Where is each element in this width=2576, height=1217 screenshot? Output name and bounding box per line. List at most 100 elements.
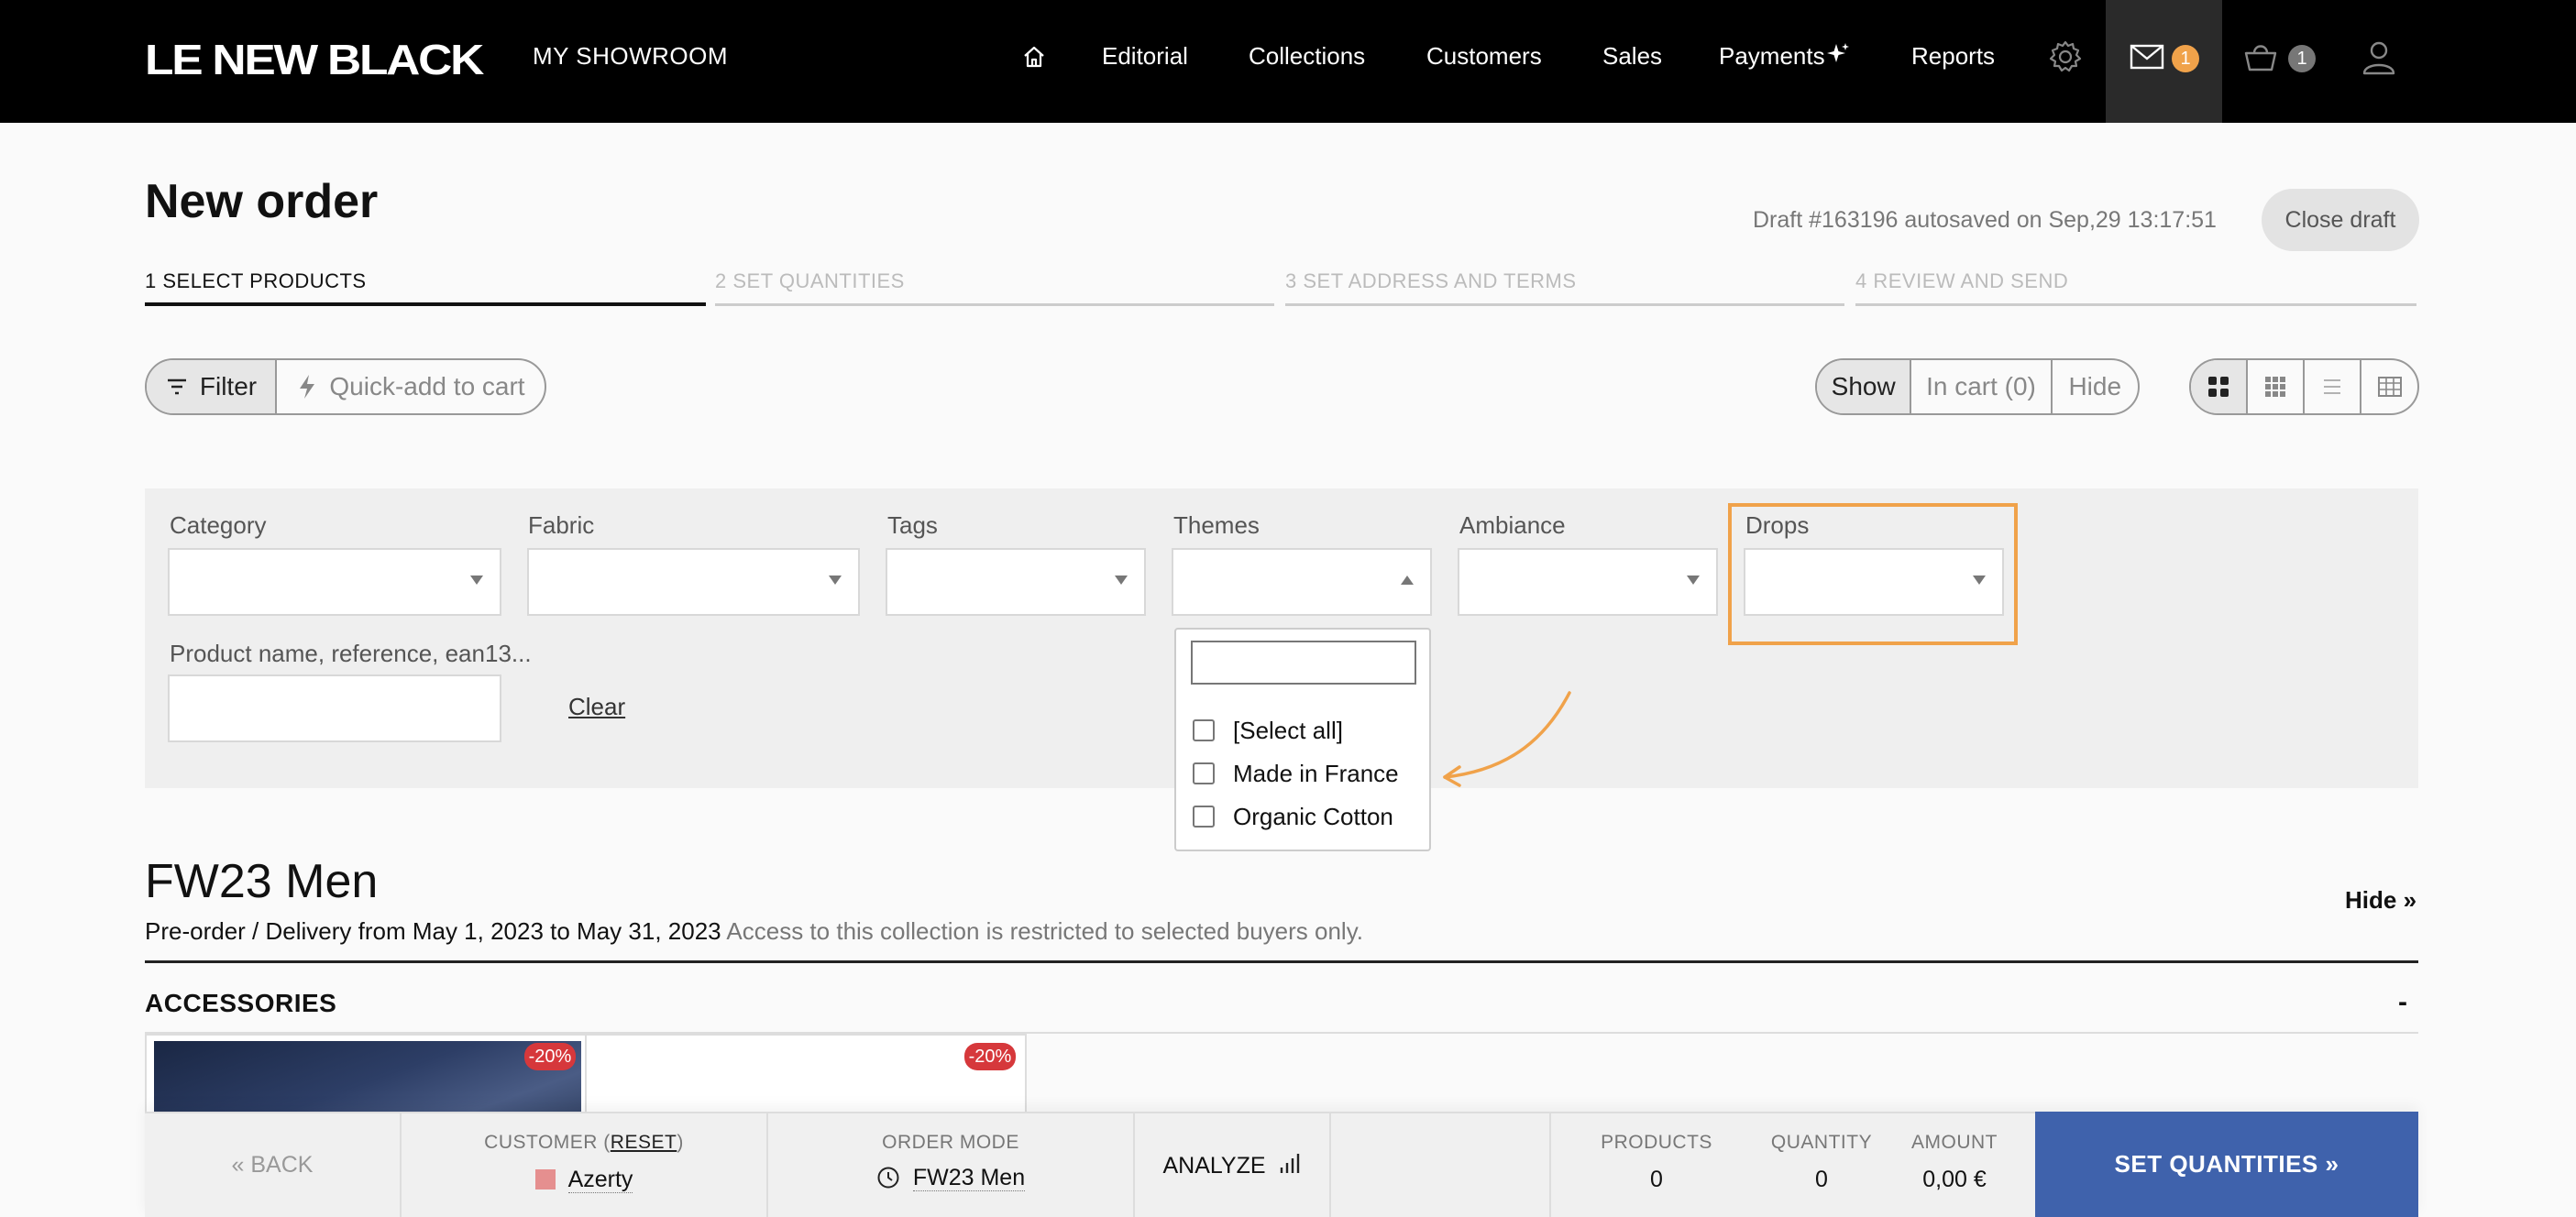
nav-editorial[interactable]: Editorial: [1102, 42, 1188, 71]
nav-payments[interactable]: Payments: [1719, 42, 1825, 71]
view-large-grid[interactable]: [2191, 360, 2248, 413]
view-list[interactable]: [2305, 360, 2361, 413]
annotation-arrow-icon: [1443, 691, 1571, 787]
quick-add-label: Quick-add to cart: [329, 372, 525, 400]
view-small-grid[interactable]: [2248, 360, 2305, 413]
checkbox[interactable]: [1193, 762, 1215, 784]
set-quantities-button[interactable]: SET QUANTITIES »: [2035, 1112, 2418, 1217]
home-icon[interactable]: [1014, 37, 1054, 77]
amount-label: AMOUNT: [1911, 1132, 1998, 1153]
chevron-down-icon: [1687, 576, 1700, 585]
step-select-products[interactable]: 1 SELECT PRODUCTS: [145, 269, 706, 306]
mail-icon: [2130, 44, 2164, 70]
filter-label: Filter: [199, 372, 258, 400]
collection-subtitle: Pre-order / Delivery from May 1, 2023 to…: [145, 917, 1363, 946]
filter-toolbar: Filter Quick-add to cart: [145, 358, 546, 415]
gear-icon[interactable]: [2045, 37, 2086, 77]
fabric-select[interactable]: [527, 548, 860, 616]
nav-reports[interactable]: Reports: [1911, 42, 1995, 71]
clear-filters-link[interactable]: Clear: [568, 693, 625, 721]
products-value: 0: [1650, 1167, 1663, 1192]
customer-avatar: [534, 1169, 556, 1190]
chevron-down-icon: [829, 576, 842, 585]
amount-total: AMOUNT 0,00 €: [1881, 1113, 2028, 1217]
tags-label: Tags: [887, 511, 938, 539]
chevron-down-icon: [470, 576, 483, 585]
order-mode-label: ORDER MODE: [882, 1132, 1019, 1153]
product-search-label: Product name, reference, ean13...: [170, 640, 532, 667]
fabric-label: Fabric: [528, 511, 595, 539]
category-label: Category: [170, 511, 267, 539]
option-label: Organic Cotton: [1233, 802, 1393, 830]
list-icon: [2324, 379, 2340, 394]
quick-add-button[interactable]: Quick-add to cart: [277, 360, 545, 413]
collection-title: FW23 Men: [145, 855, 379, 908]
cart-visibility-toggle: Show In cart (0) Hide: [1815, 358, 2140, 415]
customer-reset-link[interactable]: RESET: [611, 1132, 677, 1153]
nav-collections[interactable]: Collections: [1249, 42, 1365, 71]
in-cart-toggle[interactable]: In cart (0): [1911, 360, 2053, 413]
analyze-content: ANALYZE: [1135, 1152, 1329, 1179]
customer-value[interactable]: Azerty: [402, 1167, 766, 1193]
step-set-address[interactable]: 3 SET ADDRESS AND TERMS: [1285, 269, 1844, 306]
page-title: New order: [145, 175, 379, 228]
chevron-up-icon: [1401, 576, 1414, 585]
themes-option-select-all[interactable]: [Select all]: [1193, 712, 1343, 749]
nav-customers[interactable]: Customers: [1426, 42, 1542, 71]
section-collapse-toggle[interactable]: -: [2398, 987, 2407, 1018]
close-draft-button[interactable]: Close draft: [2262, 189, 2419, 251]
filter-button[interactable]: Filter: [147, 360, 277, 413]
option-label: [Select all]: [1233, 716, 1343, 744]
collection-restriction: Access to this collection is restricted …: [726, 917, 1364, 945]
themes-dropdown: [Select all] Made in France Organic Cott…: [1174, 628, 1431, 851]
ambiance-select[interactable]: [1458, 548, 1718, 616]
quantity-total: QUANTITY 0: [1762, 1113, 1881, 1217]
order-mode-value[interactable]: FW23 Men: [768, 1165, 1133, 1191]
mail-button[interactable]: 1: [2106, 0, 2222, 123]
step-review-send[interactable]: 4 REVIEW AND SEND: [1855, 269, 2416, 306]
chevron-down-icon: [1115, 576, 1128, 585]
analyze-button[interactable]: ANALYZE: [1135, 1113, 1331, 1217]
bar-chart-icon: [1280, 1154, 1299, 1173]
filter-icon: [167, 378, 186, 395]
top-navigation: LE NEW BLACK MY SHOWROOM Editorial Colle…: [0, 0, 2576, 123]
table-icon: [2377, 377, 2402, 397]
themes-option-made-in-france[interactable]: Made in France: [1193, 755, 1399, 792]
draft-status: Draft #163196 autosaved on Sep,29 13:17:…: [1753, 207, 2217, 233]
nav-sales[interactable]: Sales: [1602, 42, 1662, 71]
collection-delivery: Pre-order / Delivery from May 1, 2023 to…: [145, 917, 721, 945]
hide-toggle[interactable]: Hide: [2053, 360, 2138, 413]
spacer-cell: [1331, 1113, 1551, 1217]
lightning-icon: [300, 375, 315, 399]
show-toggle[interactable]: Show: [1817, 360, 1912, 413]
amount-value: 0,00 €: [1922, 1167, 1987, 1192]
section-title[interactable]: ACCESSORIES: [145, 989, 336, 1018]
themes-search-input[interactable]: [1191, 641, 1416, 685]
discount-badge: -20%: [964, 1043, 1016, 1070]
back-button[interactable]: « BACK: [145, 1113, 402, 1217]
category-select[interactable]: [168, 548, 501, 616]
hide-collection-link[interactable]: Hide »: [2345, 886, 2416, 915]
quantity-value: 0: [1815, 1167, 1828, 1192]
tags-select[interactable]: [886, 548, 1146, 616]
product-search-input[interactable]: [168, 674, 501, 742]
customer-label-text: CUSTOMER (: [484, 1132, 611, 1153]
order-mode-name: FW23 Men: [912, 1165, 1026, 1191]
products-label: PRODUCTS: [1601, 1132, 1712, 1153]
user-icon[interactable]: [2359, 37, 2399, 77]
step-set-quantities[interactable]: 2 SET QUANTITIES: [715, 269, 1274, 306]
customer-name: Azerty: [567, 1167, 633, 1193]
themes-option-organic-cotton[interactable]: Organic Cotton: [1193, 798, 1393, 835]
view-table[interactable]: [2361, 360, 2417, 413]
showroom-link[interactable]: MY SHOWROOM: [533, 42, 728, 71]
view-mode-switcher: [2189, 358, 2419, 415]
brand-logo[interactable]: LE NEW BLACK: [145, 35, 484, 84]
large-grid-icon: [2208, 377, 2229, 397]
checkbox[interactable]: [1193, 806, 1215, 828]
small-grid-icon: [2265, 377, 2285, 397]
cart-count-badge: 1: [2288, 45, 2316, 72]
themes-select[interactable]: [1172, 548, 1432, 616]
customer-cell: CUSTOMER (RESET) Azerty: [402, 1113, 768, 1217]
checkbox[interactable]: [1193, 719, 1215, 741]
customer-label-close: ): [677, 1132, 684, 1153]
